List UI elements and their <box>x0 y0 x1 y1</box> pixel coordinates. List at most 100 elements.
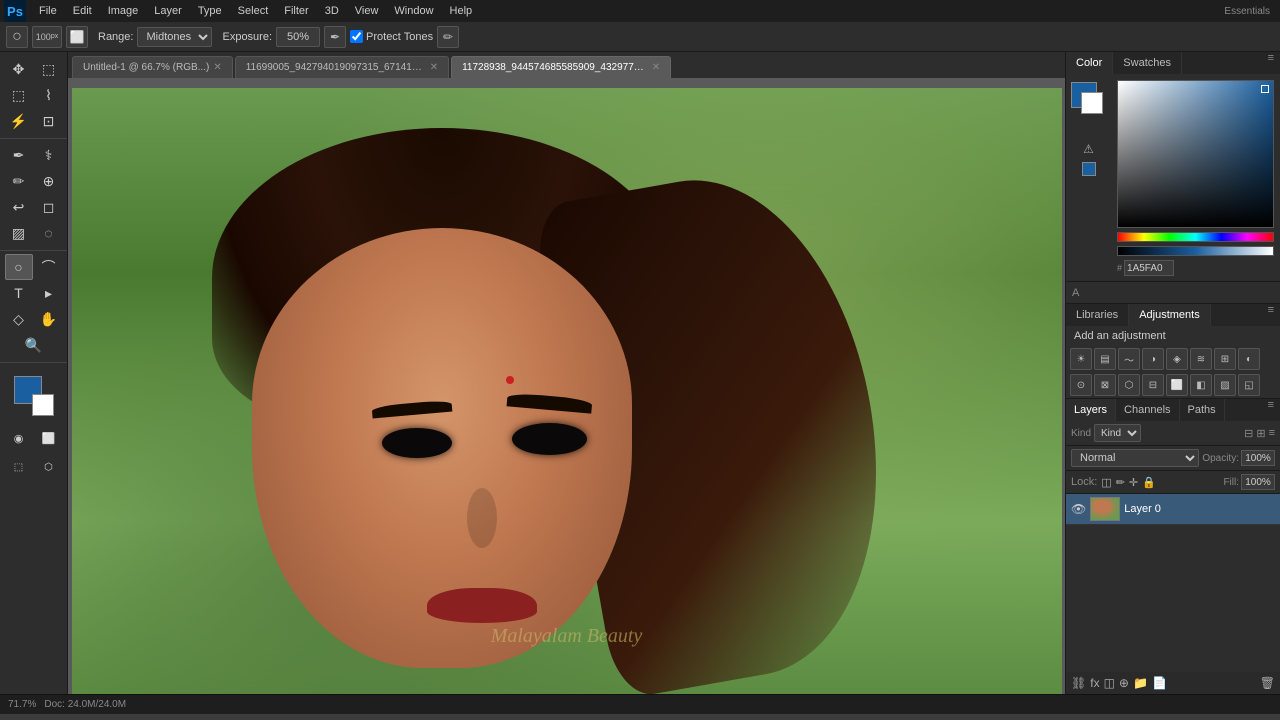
brightness-slider[interactable] <box>1117 246 1274 256</box>
3d-mode[interactable]: ⬡ <box>35 454 63 480</box>
exposure-adj[interactable]: ◑ <box>1142 348 1164 370</box>
brightness-contrast-adj[interactable]: ☀ <box>1070 348 1092 370</box>
eraser-tool[interactable]: ◻ <box>35 194 63 220</box>
screen-mode-btn[interactable]: ⬜ <box>35 425 63 451</box>
tab-close-1[interactable]: ✕ <box>430 62 438 73</box>
canvas-viewport[interactable]: Malayalam Beauty <box>68 78 1065 694</box>
swatches-tab[interactable]: Swatches <box>1113 52 1182 74</box>
create-group-btn[interactable]: 📁 <box>1133 676 1148 690</box>
move-tool[interactable]: ✥ <box>5 56 33 82</box>
gamut-warning-icon[interactable]: ⚠ <box>1083 142 1094 156</box>
gradient-map-adj[interactable]: ▨ <box>1214 374 1236 396</box>
menu-window[interactable]: Window <box>387 3 440 19</box>
color-tab[interactable]: Color <box>1066 52 1113 74</box>
levels-adj[interactable]: ▤ <box>1094 348 1116 370</box>
range-select[interactable]: Midtones <box>137 27 212 47</box>
brush-size-icon[interactable]: 100px <box>32 26 62 48</box>
color-indicator[interactable] <box>1082 162 1096 176</box>
channels-tab[interactable]: Channels <box>1116 399 1179 421</box>
brush-hardness-icon[interactable]: ⬜ <box>66 26 88 48</box>
canvas-image[interactable]: Malayalam Beauty <box>72 88 1062 694</box>
create-layer-btn[interactable]: 📄 <box>1152 676 1167 690</box>
pen-tool[interactable]: ⌒ <box>35 254 63 280</box>
eyedropper-tool[interactable]: ✒ <box>5 142 33 168</box>
lock-paint-icon[interactable]: ✏ <box>1116 476 1125 489</box>
create-fill-adj-btn[interactable]: ⊕ <box>1119 676 1129 690</box>
delete-layer-btn[interactable]: 🗑 <box>1260 676 1275 690</box>
menu-view[interactable]: View <box>348 3 386 19</box>
path-selection-tool[interactable]: ▸ <box>35 280 63 306</box>
tab-close-0[interactable]: ✕ <box>213 62 221 73</box>
quick-selection-tool[interactable]: ⚡ <box>5 108 33 134</box>
menu-file[interactable]: File <box>32 3 64 19</box>
paths-tab[interactable]: Paths <box>1180 399 1225 421</box>
filter-type-select[interactable]: Kind <box>1094 424 1141 442</box>
menu-edit[interactable]: Edit <box>66 3 99 19</box>
layer-item-0[interactable]: 👁 Layer 0 <box>1066 494 1280 525</box>
type-tool[interactable]: T <box>5 280 33 306</box>
marquee-tool[interactable]: ⬚ <box>5 82 33 108</box>
hand-tool[interactable]: ✋ <box>35 306 63 332</box>
link-layers-btn[interactable]: ⛓ <box>1071 676 1086 690</box>
tab-untitled[interactable]: Untitled-1 @ 66.7% (RGB...) ✕ <box>72 56 233 78</box>
airbrush-icon[interactable]: ✒ <box>324 26 346 48</box>
photo-filter-adj[interactable]: ⊙ <box>1070 374 1092 396</box>
selective-color-adj[interactable]: ◱ <box>1238 374 1260 396</box>
opacity-input[interactable] <box>1241 450 1275 466</box>
frame-tool[interactable]: ⬚ <box>5 454 33 480</box>
tab-close-2[interactable]: ✕ <box>652 62 660 73</box>
hue-slider[interactable] <box>1117 232 1274 242</box>
lock-position-icon[interactable]: ✛ <box>1129 476 1138 489</box>
libraries-tab[interactable]: Libraries <box>1066 304 1129 326</box>
add-mask-btn[interactable]: ◫ <box>1104 676 1115 690</box>
spot-healing-tool[interactable]: ⚕ <box>35 142 63 168</box>
zoom-tool-btn[interactable]: 🔍 <box>20 332 48 358</box>
menu-layer[interactable]: Layer <box>147 3 189 19</box>
color-lookup-adj[interactable]: ⬡ <box>1118 374 1140 396</box>
menu-3d[interactable]: 3D <box>318 3 346 19</box>
brush-tool[interactable]: ✏ <box>5 168 33 194</box>
blur-tool[interactable]: ◌ <box>35 220 63 246</box>
shape-tool[interactable]: ◇ <box>5 306 33 332</box>
fill-input[interactable] <box>1241 474 1275 490</box>
lock-transparent-icon[interactable]: ◫ <box>1101 476 1111 489</box>
layer-visibility-toggle[interactable]: 👁 <box>1071 502 1086 516</box>
adj-panel-options[interactable]: ≡ <box>1262 304 1280 326</box>
curves-adj[interactable]: 〜 <box>1118 348 1140 370</box>
filter-add[interactable]: ⊞ <box>1256 427 1265 440</box>
blend-mode-select[interactable]: Normal <box>1071 449 1199 467</box>
history-brush-tool[interactable]: ↩ <box>5 194 33 220</box>
menu-select[interactable]: Select <box>231 3 276 19</box>
clone-stamp-tool[interactable]: ⊕ <box>35 168 63 194</box>
hsl-adj[interactable]: ≋ <box>1190 348 1212 370</box>
exposure-input[interactable] <box>276 27 320 47</box>
lasso-tool[interactable]: ⌇ <box>35 82 63 108</box>
crop-tool[interactable]: ⊡ <box>35 108 63 134</box>
adjustments-tab[interactable]: Adjustments <box>1129 304 1211 326</box>
menu-help[interactable]: Help <box>443 3 480 19</box>
lock-all-icon[interactable]: 🔒 <box>1142 476 1156 489</box>
posterize-adj[interactable]: ⬜ <box>1166 374 1188 396</box>
color-panel-options[interactable]: ≡ <box>1262 52 1280 74</box>
menu-filter[interactable]: Filter <box>277 3 315 19</box>
hex-input[interactable] <box>1124 260 1174 276</box>
layers-tab[interactable]: Layers <box>1066 399 1116 421</box>
gradient-tool[interactable]: ▨ <box>5 220 33 246</box>
tab-file2[interactable]: 11699005_942794019097315_671413269578063… <box>235 56 449 78</box>
threshold-adj[interactable]: ◧ <box>1190 374 1212 396</box>
layers-panel-options[interactable]: ≡ <box>1262 399 1280 421</box>
bg-color-box[interactable] <box>1081 92 1103 114</box>
bw-adj[interactable]: ◐ <box>1238 348 1260 370</box>
protect-tones-checkbox[interactable]: Protect Tones <box>350 30 433 43</box>
menu-type[interactable]: Type <box>191 3 229 19</box>
menu-image[interactable]: Image <box>101 3 146 19</box>
set-brush-icon[interactable]: ✏ <box>437 26 459 48</box>
filter-options[interactable]: ≡ <box>1269 427 1275 439</box>
filter-toggle[interactable]: ⊟ <box>1244 427 1253 440</box>
tab-file3[interactable]: 11728938_944574685585909_432977056431092… <box>451 56 671 78</box>
color-spectrum-box[interactable] <box>1117 80 1274 228</box>
channel-mixer-adj[interactable]: ⊠ <box>1094 374 1116 396</box>
add-style-btn[interactable]: fx <box>1090 676 1099 690</box>
vibrance-adj[interactable]: ◈ <box>1166 348 1188 370</box>
dodge-tool-icon[interactable]: ○ <box>6 26 28 48</box>
